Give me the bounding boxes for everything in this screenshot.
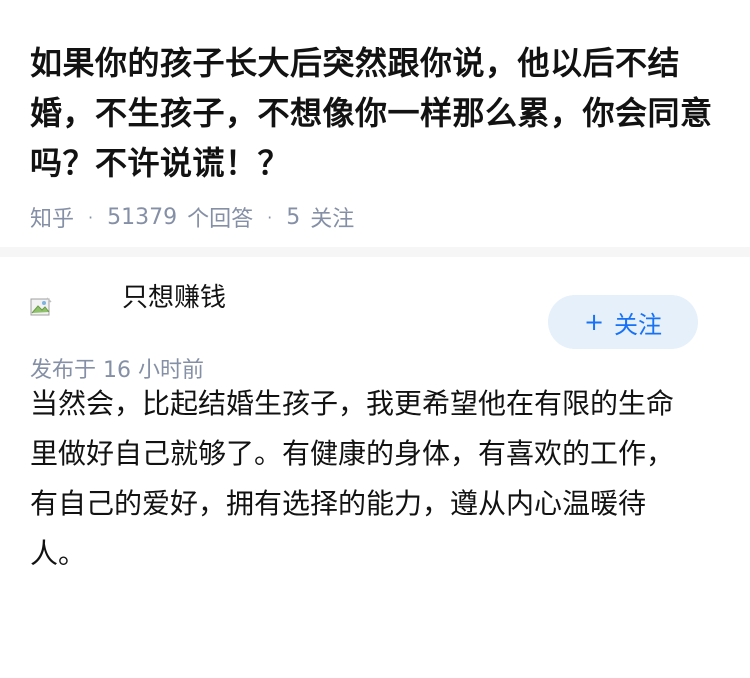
avatar[interactable]: avatar: [30, 268, 100, 338]
follower-count: 5: [286, 204, 301, 230]
meta-separator: ·: [267, 207, 273, 227]
follower-count-label[interactable]: 关注: [310, 201, 354, 233]
answer-count-label[interactable]: 个回答: [187, 201, 253, 233]
answer-card: avatar 只想赚钱 + 关注 当然会，比起结婚生孩子，我更希望他在有限的生命…: [0, 257, 750, 579]
author-name[interactable]: 只想赚钱: [122, 277, 226, 314]
meta-separator: ·: [88, 207, 94, 227]
follow-button-label: 关注: [614, 310, 663, 339]
follow-button[interactable]: + 关注: [548, 295, 698, 349]
author-row: avatar 只想赚钱 + 关注: [30, 257, 720, 349]
plus-icon: +: [583, 308, 605, 336]
answer-content[interactable]: 当然会，比起结婚生孩子，我更希望他在有限的生命里做好自己就够了。有健康的身体，有…: [30, 379, 720, 579]
answer-count: 51379: [107, 204, 178, 230]
question-title[interactable]: 如果你的孩子长大后突然跟你说，他以后不结婚，不生孩子，不想像你一样那么累，你会同…: [30, 38, 720, 188]
publish-time: 发布于 16 小时前: [30, 358, 204, 383]
section-divider: [0, 247, 750, 257]
source-label[interactable]: 知乎: [30, 201, 74, 233]
question-header: 如果你的孩子长大后突然跟你说，他以后不结婚，不生孩子，不想像你一样那么累，你会同…: [0, 0, 750, 232]
broken-image-icon: [30, 297, 52, 316]
question-meta: 知乎 · 51379 个回答 · 5 关注: [30, 201, 720, 233]
